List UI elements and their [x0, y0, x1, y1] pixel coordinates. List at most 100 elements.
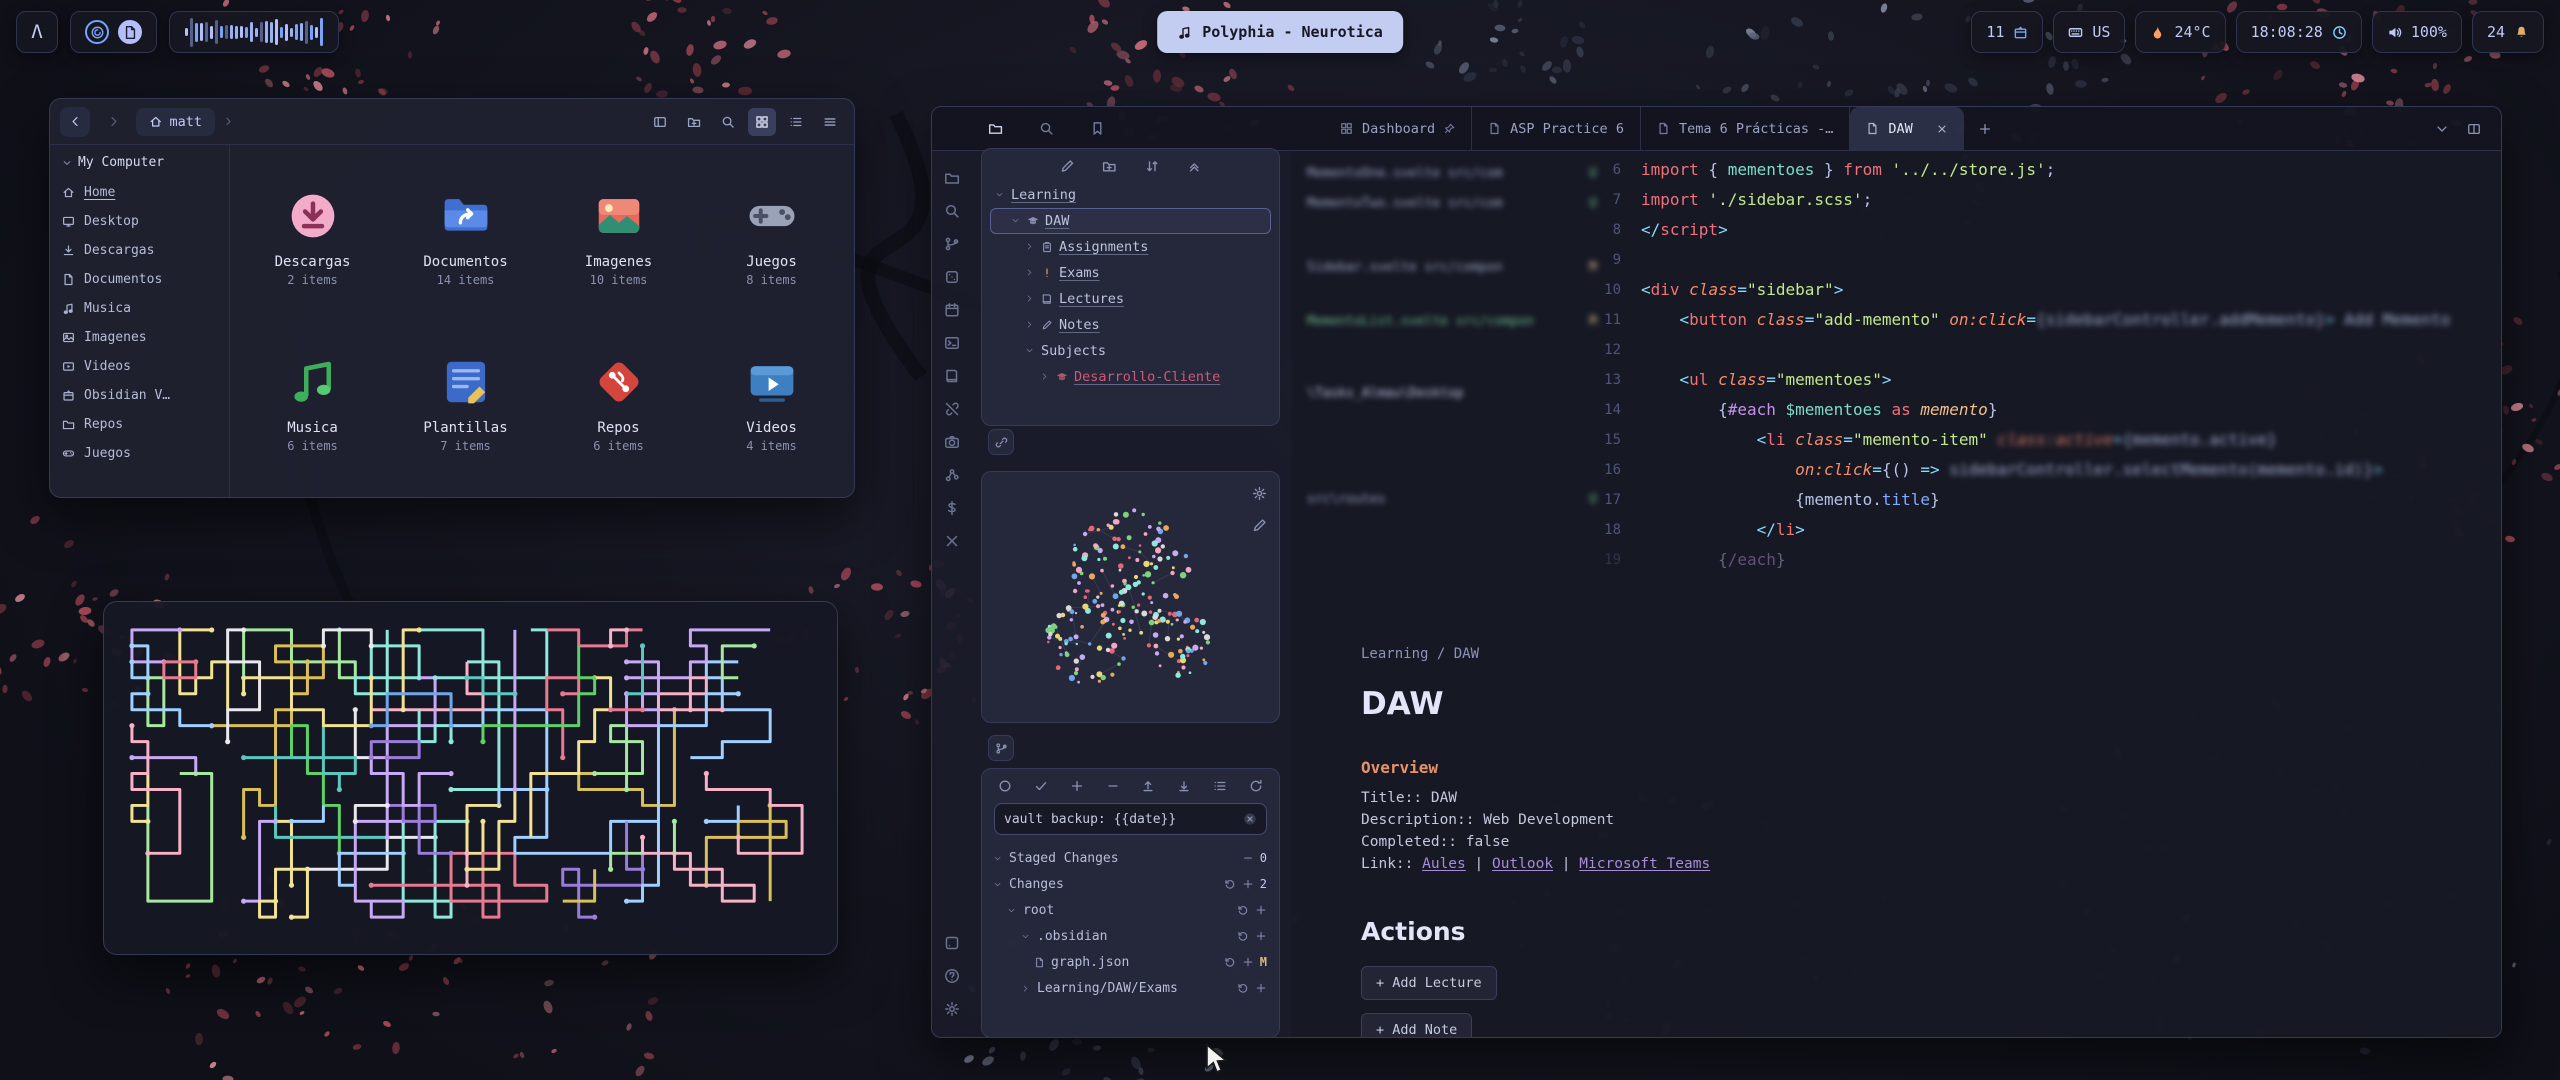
tab-list-icon[interactable] [2435, 122, 2449, 136]
collapse-all-icon[interactable] [1187, 159, 1202, 174]
split-pane-icon[interactable] [2467, 122, 2481, 136]
new-note-icon[interactable] [1060, 159, 1075, 174]
minus-action-icon[interactable] [1242, 852, 1254, 864]
plus-action-icon[interactable] [1255, 982, 1267, 994]
pull-icon[interactable] [1177, 779, 1191, 793]
plus-action-icon[interactable] [1242, 878, 1254, 890]
plus-action-icon[interactable] [1242, 956, 1254, 968]
sidebar-item-imagenes[interactable]: Imagenes [62, 323, 217, 352]
change-list-icon[interactable] [1213, 779, 1227, 793]
ribbon-dice-icon[interactable] [944, 260, 960, 293]
undo-action-icon[interactable] [1237, 982, 1249, 994]
add-note-button[interactable]: + Add Note [1361, 1013, 1472, 1038]
sidebar-item-desktop[interactable]: Desktop [62, 207, 217, 236]
explorer-item-lectures[interactable]: Lectures [990, 286, 1271, 312]
commit-icon[interactable] [998, 779, 1012, 793]
ribbon-search-icon[interactable] [944, 194, 960, 227]
explorer-item-daw[interactable]: DAW [990, 208, 1271, 234]
push-icon[interactable] [1141, 779, 1155, 793]
git-row-graph-json[interactable]: graph.jsonM [982, 949, 1279, 975]
sidebar-item-home[interactable]: Home [62, 178, 217, 207]
search-tab-icon[interactable] [1039, 121, 1054, 136]
status-pill-volume[interactable]: 100% [2372, 11, 2462, 53]
sidebar-toggle-button[interactable] [646, 108, 674, 136]
clear-icon[interactable] [1243, 812, 1257, 826]
note-link-outlook[interactable]: Outlook [1492, 856, 1553, 872]
git-row-obsidian[interactable]: .obsidian [982, 923, 1279, 949]
ribbon-bookicon-icon[interactable] [944, 359, 960, 392]
breadcrumb[interactable]: matt [136, 108, 215, 136]
ribbon-tools-icon[interactable] [944, 524, 960, 557]
grid-view-button[interactable] [748, 108, 776, 136]
sidebar-section-header[interactable]: My Computer [62, 155, 217, 170]
folder-imagenes[interactable]: Imagenes10 items [542, 155, 695, 321]
ribbon-terminal-icon[interactable] [944, 326, 960, 359]
folder-descargas[interactable]: Descargas2 items [236, 155, 389, 321]
folder-documentos[interactable]: Documentos14 items [389, 155, 542, 321]
folder-plantillas[interactable]: Plantillas7 items [389, 321, 542, 487]
ribbon-calendar-icon[interactable] [944, 293, 960, 326]
graph-filter-icon[interactable] [1252, 518, 1267, 533]
explorer-item-desarrollo-cliente[interactable]: Desarrollo-Cliente [990, 364, 1271, 390]
sidebar-item-videos[interactable]: Videos [62, 352, 217, 381]
status-pill-keyboard-layout[interactable]: US [2053, 11, 2125, 53]
new-folder-icon[interactable] [1102, 159, 1117, 174]
ribbon-graphdots-icon[interactable] [944, 458, 960, 491]
ribbon-layoutbox-icon[interactable] [944, 926, 960, 959]
status-pill-clock[interactable]: 18:08:28 [2236, 11, 2362, 53]
files-tab-icon[interactable] [988, 121, 1003, 136]
ribbon-gear-icon[interactable] [944, 992, 960, 1025]
sidebar-item-musica[interactable]: Musica [62, 294, 217, 323]
status-pill-temperature[interactable]: 24°C [2135, 11, 2225, 53]
ribbon-dollar-icon[interactable] [944, 491, 960, 524]
unstage-all-icon[interactable] [1106, 779, 1120, 793]
search-button[interactable] [714, 108, 742, 136]
tab-tema-6-pr-cticas[interactable]: Tema 6 Prácticas -… [1641, 107, 1850, 150]
status-pill-notifications[interactable]: 24 [2472, 11, 2544, 53]
stage-all-icon[interactable] [1070, 779, 1084, 793]
explorer-item-notes[interactable]: Notes [990, 312, 1271, 338]
commit-message-field[interactable] [994, 803, 1267, 835]
commit-all-icon[interactable] [1034, 779, 1048, 793]
tab-daw[interactable]: DAW [1850, 107, 1963, 150]
graph-settings-icon[interactable] [1252, 486, 1267, 501]
git-row-learning-daw-exams[interactable]: Learning/DAW/Exams [982, 975, 1279, 1001]
folder-musica[interactable]: Musica6 items [236, 321, 389, 487]
explorer-item-subjects[interactable]: Subjects [990, 338, 1271, 364]
note-breadcrumb[interactable]: Learning / DAW [1361, 646, 2341, 662]
list-view-button[interactable] [782, 108, 810, 136]
sidebar-item-descargas[interactable]: Descargas [62, 236, 217, 265]
graph-view[interactable] [982, 472, 1279, 722]
workspaces-widget[interactable] [70, 11, 157, 53]
git-badge-button[interactable] [988, 735, 1014, 761]
new-tab-button[interactable] [1964, 122, 2006, 136]
plus-action-icon[interactable] [1255, 930, 1267, 942]
add-lecture-button[interactable]: + Add Lecture [1361, 966, 1497, 1000]
back-button[interactable] [60, 107, 90, 137]
folder-repos[interactable]: Repos6 items [542, 321, 695, 487]
commit-message-input[interactable] [1004, 812, 1237, 827]
status-pill-updates[interactable]: 11 [1971, 11, 2043, 53]
note-link-microsoft-teams[interactable]: Microsoft Teams [1579, 856, 1710, 872]
plus-action-icon[interactable] [1255, 904, 1267, 916]
ribbon-branch-icon[interactable] [944, 227, 960, 260]
workspace-1[interactable] [85, 20, 109, 44]
bookmarks-tab-icon[interactable] [1090, 121, 1105, 136]
forward-button[interactable] [98, 107, 128, 137]
note-link-aules[interactable]: Aules [1422, 856, 1466, 872]
ribbon-help-icon[interactable] [944, 959, 960, 992]
sidebar-item-obsidian-v[interactable]: Obsidian V… [62, 381, 217, 410]
undo-action-icon[interactable] [1237, 904, 1249, 916]
folder-juegos[interactable]: Juegos8 items [695, 155, 848, 321]
new-folder-button[interactable] [680, 108, 708, 136]
ribbon-folder-icon[interactable] [944, 161, 960, 194]
tab-dashboard[interactable]: Dashboard [1324, 107, 1472, 150]
tab-asp-practice-6[interactable]: ASP Practice 6 [1472, 107, 1641, 150]
folder-videos[interactable]: Videos4 items [695, 321, 848, 487]
git-row-changes[interactable]: Changes2 [982, 871, 1279, 897]
git-row-root[interactable]: root [982, 897, 1279, 923]
undo-action-icon[interactable] [1224, 878, 1236, 890]
sidebar-item-repos[interactable]: Repos [62, 410, 217, 439]
workspace-2[interactable] [118, 20, 142, 44]
explorer-item-exams[interactable]: Exams [990, 260, 1271, 286]
